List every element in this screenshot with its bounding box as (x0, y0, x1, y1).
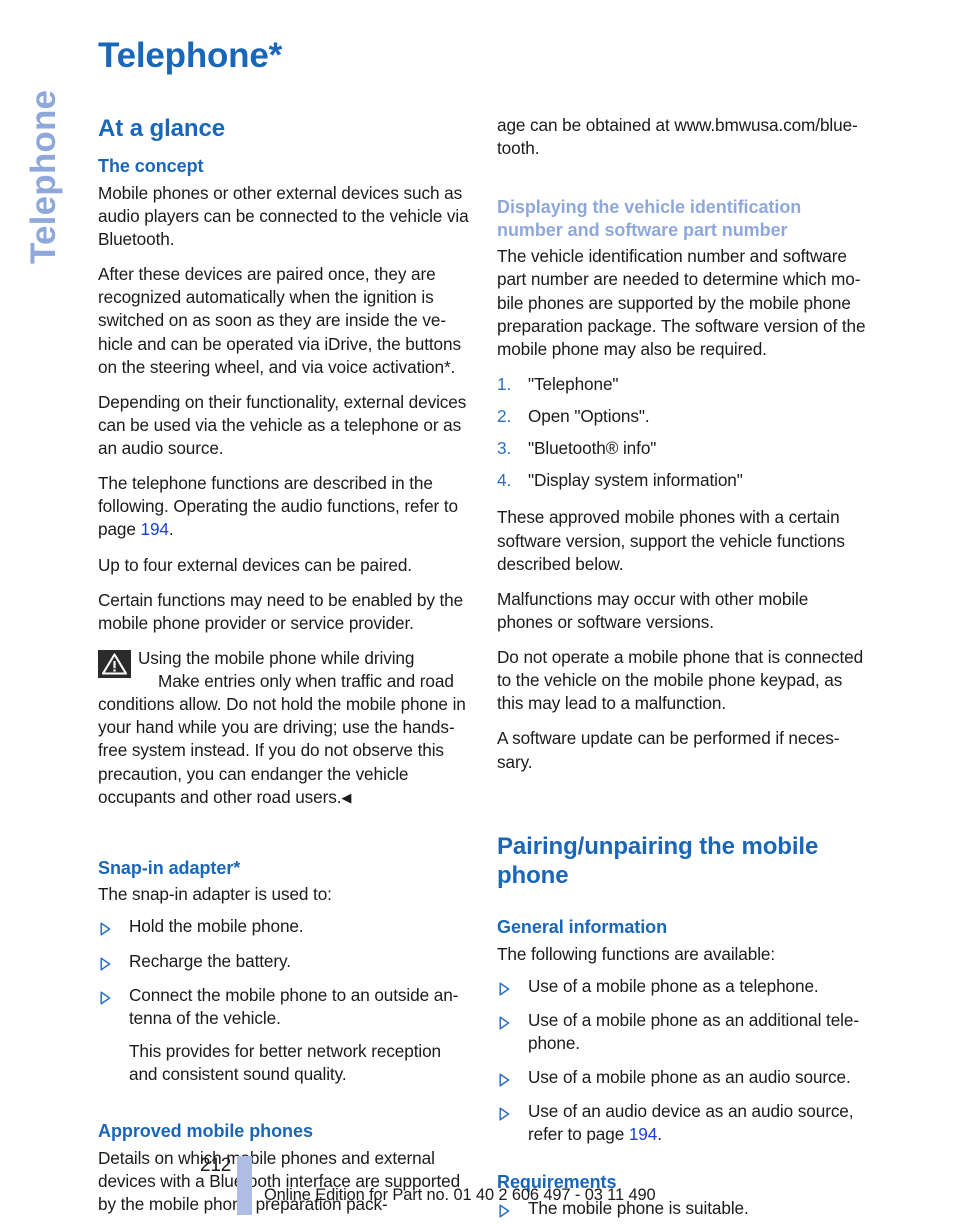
list-item-label: Use of an audio device as an audio sourc… (528, 1101, 854, 1145)
list-item: 4. "Display system information" (497, 469, 868, 492)
warning-title: Using the mobile phone while driving (138, 647, 415, 668)
triangle-bullet-icon (100, 954, 111, 971)
paragraph-after-steps-3: Do not operate a mobile phone that is co… (497, 647, 864, 714)
chapter-tab: Telephone (0, 18, 88, 288)
warning-end-mark: ◀ (341, 789, 352, 805)
triangle-bullet-icon (499, 1070, 510, 1087)
subheading-approved-mobile-phones: Approved mobile phones (98, 1121, 313, 1142)
page-reference-link-194[interactable]: 194 (141, 519, 169, 539)
snap-in-bullet-list: Hold the mobile phone. Recharge the batt… (98, 915, 469, 1030)
right-column: age can be obtained at www.bmwusa.com/bl… (497, 114, 868, 1220)
step-number: 3. (497, 438, 512, 459)
paragraph-approved: Details on which mobile phones and exter… (98, 1147, 461, 1214)
list-item-label-tail: . (657, 1124, 662, 1145)
footer-text: Online Edition for Part no. 01 40 2 606 … (264, 1186, 656, 1204)
triangle-bullet-icon (100, 988, 111, 1005)
paragraph-after-steps-1: These approved mobile phones with a cert… (497, 507, 845, 574)
step-number: 1. (497, 373, 512, 394)
triangle-bullet-icon (499, 979, 510, 996)
paragraph-concept-5: Up to four external devices can be paire… (98, 554, 412, 575)
paragraph-concept-1: Mobile phones or other external devices … (98, 182, 469, 250)
triangle-bullet-icon (499, 1104, 510, 1121)
list-item: Hold the mobile phone. (98, 915, 469, 938)
paragraph-after-steps-4: A software update can be performed if ne… (497, 728, 840, 772)
paragraph-concept-6: Certain functions may need to be enabled… (98, 589, 464, 633)
warning-triangle-icon (98, 649, 131, 678)
paragraph-continuation: age can be obtained at www.bmwusa.com/bl… (497, 115, 858, 159)
warning-body-text: Make entries only when traffic and road … (98, 671, 466, 807)
paragraph-snap-in-note: This provides for better network recepti… (129, 1040, 442, 1085)
step-label: "Display system information" (528, 470, 743, 491)
step-number: 4. (497, 470, 512, 491)
step-label: "Bluetooth® info" (528, 438, 657, 459)
paragraph-displaying: The vehicle identification number and so… (497, 246, 866, 359)
list-item: 2. Open "Options". (497, 405, 868, 428)
paragraph-concept-2: After these devices are paired once, the… (98, 264, 461, 377)
chapter-tab-label: Telephone (24, 89, 63, 264)
subheading-the-concept: The concept (98, 156, 204, 177)
list-item-label: Use of a mobile phone as an additional t… (528, 1009, 860, 1054)
list-item: Recharge the battery. (98, 950, 469, 973)
list-item-label: Use of a mobile phone as a telephone. (528, 975, 819, 996)
page-number: 212 (200, 1155, 232, 1176)
list-item: 1. "Telephone" (497, 373, 868, 396)
paragraph-snap-in-intro: The snap-in adapter is used to: (98, 884, 332, 905)
list-item-label: Connect the mobile phone to an outside a… (129, 984, 459, 1028)
subheading-general-information: General information (497, 917, 668, 938)
paragraph-concept-4: The telephone functions are described in… (98, 472, 469, 541)
paragraph-after-steps-2: Malfunctions may occur with other mobile… (497, 588, 809, 632)
page-title: Telephone* (98, 36, 283, 75)
triangle-bullet-icon (499, 1013, 510, 1030)
step-label: Open "Options". (528, 406, 650, 426)
section-heading-pairing-unpairing: Pairing/unpairing the mobile phone (497, 832, 819, 889)
paragraph-concept-3: Depending on their functionality, extern… (98, 391, 467, 459)
section-heading-at-a-glance: At a glance (98, 115, 225, 142)
list-item: 3. "Bluetooth® info" (497, 437, 868, 460)
warning-block: Using the mobile phone while driving Mak… (98, 647, 469, 809)
list-item: Connect the mobile phone to an outside a… (98, 984, 469, 1030)
list-item-label: Use of a mobile phone as an audio source… (528, 1067, 851, 1088)
subheading-displaying-vehicle-identification: Displaying the vehicle identification nu… (497, 197, 802, 240)
list-item-label: Recharge the battery. (129, 950, 291, 971)
subheading-snap-in-adapter: Snap-in adapter* (98, 857, 241, 878)
left-column: At a glance The concept Mobile phones or… (98, 114, 469, 1216)
list-item: Use of a mobile phone as a telephone. (497, 975, 868, 998)
triangle-bullet-icon (100, 919, 111, 936)
page-reference-link-194[interactable]: 194 (629, 1124, 657, 1144)
displaying-step-list: 1. "Telephone" 2. Open "Options". 3. "Bl… (497, 373, 868, 493)
list-item: Use of an audio device as an audio sourc… (497, 1100, 868, 1146)
step-label: "Telephone" (528, 373, 619, 394)
paragraph-general-intro: The following functions are available: (497, 943, 776, 964)
paragraph-concept-4-tail: . (168, 519, 174, 540)
step-number: 2. (497, 406, 512, 426)
warning-body: Make entries only when traffic and road … (98, 670, 469, 809)
list-item-label: Hold the mobile phone. (129, 916, 304, 937)
footer-divider-bar (237, 1156, 252, 1215)
general-information-bullet-list: Use of a mobile phone as a telephone. Us… (497, 975, 868, 1147)
list-item: Use of a mobile phone as an additional t… (497, 1009, 868, 1055)
list-item: Use of a mobile phone as an audio source… (497, 1066, 868, 1089)
